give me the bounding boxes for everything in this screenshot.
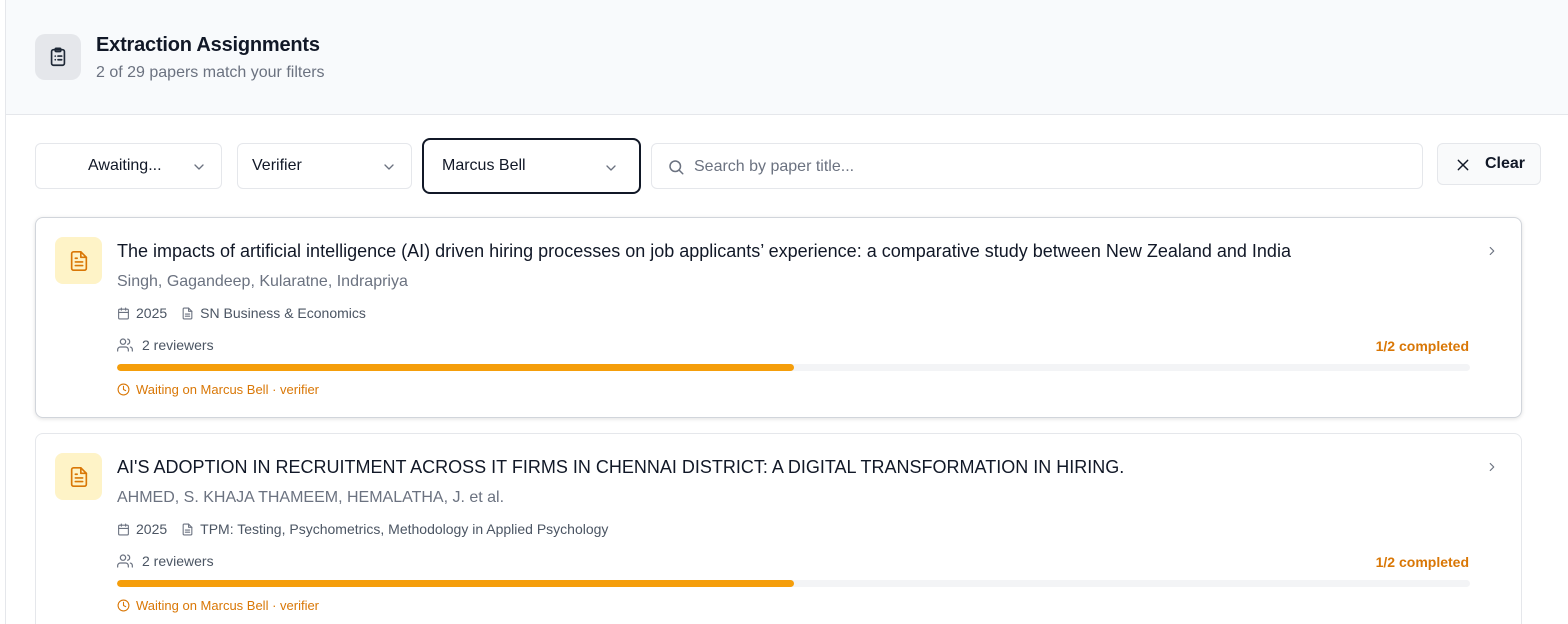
reviewer-filter-value: Marcus Bell <box>442 157 526 174</box>
chevron-down-icon <box>191 159 207 180</box>
waiting-label: Waiting on Marcus Bell · verifier <box>136 598 320 613</box>
progress-fill <box>117 580 794 587</box>
users-icon <box>117 553 133 569</box>
status-filter-select[interactable]: Awaiting... <box>35 143 222 189</box>
progress-bar <box>117 364 1470 371</box>
paper-authors: AHMED, S. KHAJA THAMEEM, HEMALATHA, J. e… <box>117 489 505 506</box>
waiting-status: Waiting on Marcus Bell · verifier <box>117 598 319 613</box>
chevron-right-icon <box>1485 460 1499 479</box>
paper-title: The impacts of artificial intelligence (… <box>117 241 1291 261</box>
paper-card[interactable]: The impacts of artificial intelligence (… <box>35 217 1522 418</box>
clock-icon <box>117 599 130 612</box>
chevron-down-icon <box>381 159 397 180</box>
role-filter-select[interactable]: Verifier <box>237 143 412 189</box>
progress-bar <box>117 580 1470 587</box>
clear-button-label: Clear <box>1485 155 1526 172</box>
app-window: Extraction Assignments 2 of 29 papers ma… <box>5 0 1568 624</box>
paper-journal: SN Business & Economics <box>200 305 366 321</box>
file-text-icon <box>55 237 102 284</box>
paper-journal: TPM: Testing, Psychometrics, Methodology… <box>200 521 609 537</box>
clear-filters-button[interactable]: Clear <box>1437 143 1541 185</box>
users-icon <box>117 337 133 353</box>
page-subtitle: 2 of 29 papers match your filters <box>96 64 325 81</box>
search-box <box>651 143 1423 189</box>
paper-authors: Singh, Gagandeep, Kularatne, Indrapriya <box>117 273 408 290</box>
file-text-icon <box>55 453 102 500</box>
clipboard-list-icon <box>35 34 81 80</box>
reviewer-filter-select[interactable]: Marcus Bell <box>422 138 641 194</box>
paper-card[interactable]: AI'S ADOPTION IN RECRUITMENT ACROSS IT F… <box>35 433 1522 624</box>
role-filter-value: Verifier <box>252 157 302 174</box>
paper-meta: 2025 TPM: Testing, Psychometrics, Method… <box>117 521 608 537</box>
status-filter-value: Awaiting... <box>88 157 162 174</box>
paper-year: 2025 <box>136 521 168 537</box>
reviewers-count: 2 reviewers <box>117 337 214 353</box>
paper-year: 2025 <box>136 305 168 321</box>
calendar-icon <box>117 307 130 320</box>
file-icon <box>181 307 194 320</box>
progress-fill <box>117 364 794 371</box>
paper-meta: 2025 SN Business & Economics <box>117 305 366 321</box>
clock-icon <box>117 383 130 396</box>
reviewers-label: 2 reviewers <box>142 337 214 353</box>
chevron-right-icon <box>1485 244 1499 263</box>
reviewers-count: 2 reviewers <box>117 553 214 569</box>
completion-status: 1/2 completed <box>1375 554 1469 570</box>
file-icon <box>181 523 194 536</box>
search-icon <box>667 158 685 181</box>
chevron-down-icon <box>603 160 619 181</box>
page-header: Extraction Assignments 2 of 29 papers ma… <box>6 0 1568 115</box>
calendar-icon <box>117 523 130 536</box>
waiting-status: Waiting on Marcus Bell · verifier <box>117 382 319 397</box>
close-icon <box>1455 157 1471 178</box>
page-title: Extraction Assignments <box>96 34 320 56</box>
waiting-label: Waiting on Marcus Bell · verifier <box>136 382 320 397</box>
paper-title: AI'S ADOPTION IN RECRUITMENT ACROSS IT F… <box>117 457 1125 477</box>
reviewers-label: 2 reviewers <box>142 553 214 569</box>
completion-status: 1/2 completed <box>1375 338 1469 354</box>
filter-bar: Awaiting... Verifier Marcus Bell Search … <box>6 138 1568 194</box>
search-input[interactable] <box>694 152 1394 182</box>
